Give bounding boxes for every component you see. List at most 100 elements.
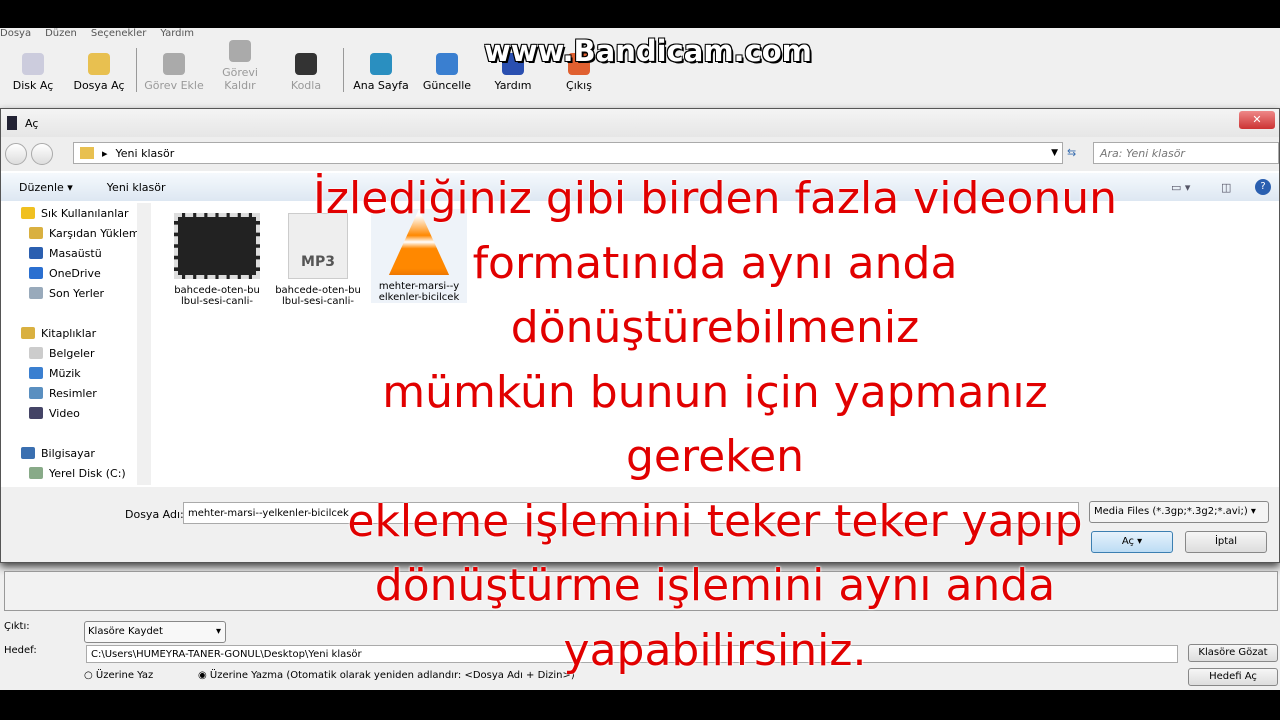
menu-item[interactable]: Yardım [160,28,194,42]
nav-item-label: Son Yerler [49,286,105,300]
nav-item-icon [21,207,35,219]
forward-button[interactable] [31,143,53,165]
toolbar-button-label: Ana Sayfa [353,79,409,92]
nav-item[interactable]: Son Yerler [1,283,150,303]
chevron-down-icon[interactable]: ▼ [1051,148,1058,158]
video-thumbnail-icon [174,213,260,279]
command-bar: Düzenle ▾ Yeni klasör ▭ ▾ ◫ ? [1,173,1279,201]
target-input[interactable] [86,645,1178,663]
browse-folder-button[interactable]: Klasöre Gözat [1188,644,1278,662]
folder-icon [80,147,94,159]
bandicam-watermark: www.Bandicam.com [484,34,812,68]
preview-pane-icon[interactable]: ◫ [1221,181,1231,194]
nav-item-icon [29,247,43,259]
dialog-title: Aç [25,116,39,130]
file-type-select[interactable]: Media Files (*.3gp;*.3g2;*.avi;) ▾ [1089,501,1269,523]
toolbar-button-label: Güncelle [422,79,472,92]
disc-icon [22,53,44,75]
toolbar-button[interactable]: Dosya Aç [66,53,132,92]
toolbar-button-label: Görevi Kaldır [222,66,258,92]
nav-item-icon [29,407,43,419]
nav-item[interactable]: Video [1,403,150,423]
nav-scrollbar[interactable] [137,203,151,485]
file-name: bahcede-oten-bu lbul-sesi-canli- [275,285,361,307]
mp3-thumbnail-icon: MP3 [288,213,348,279]
toolbar-button[interactable]: Disk Aç [0,53,66,92]
nav-item[interactable]: Belgeler [1,343,150,363]
toolbar-button[interactable]: Güncelle [414,53,480,92]
search-input[interactable]: Ara: Yeni klasör [1093,142,1279,164]
help-icon[interactable]: ? [1255,179,1271,195]
back-button[interactable] [5,143,27,165]
nav-item[interactable]: Masaüstü [1,243,150,263]
file-item[interactable]: bahcede-oten-bu lbul-sesi-canli- [169,213,265,307]
nav-item-icon [29,287,43,299]
toolbar-separator [343,48,344,92]
dialog-bottom: Dosya Adı: Media Files (*.3gp;*.3g2;*.av… [1,487,1279,562]
nav-item-icon [29,467,43,479]
nav-item-label: Yerel Disk (C:) [49,466,126,480]
nav-item-label: Video [49,406,80,420]
nav-item[interactable]: Sık Kullanılanlar [1,203,150,223]
output-select[interactable]: Klasöre Kaydet ▾ [84,621,226,643]
target-label: Hedef: [4,645,37,656]
filename-input[interactable] [183,502,1079,524]
nav-item-label: Bilgisayar [41,446,95,460]
nav-item[interactable]: Müzik [1,363,150,383]
nav-item-label: Sık Kullanılanlar [41,206,129,220]
breadcrumb-path[interactable]: Yeni klasör [116,147,175,160]
toolbar-button-label: Disk Aç [12,79,54,92]
folder-open-icon [88,53,110,75]
view-icon[interactable]: ▭ ▾ [1171,181,1190,194]
output-label: Çıktı: [4,621,30,632]
nav-item-icon [21,327,35,339]
cancel-button[interactable]: İptal [1185,531,1267,553]
menu-item[interactable]: Düzen [45,28,77,42]
toolbar-button[interactable]: Kodla [273,53,339,92]
file-name: mehter-marsi--y elkenler-bicilcek [378,281,460,303]
open-file-dialog: Aç ✕ ▸ Yeni klasör ▼ ⇆ Ara: Yeni klasör … [0,108,1280,563]
close-button[interactable]: ✕ [1239,111,1275,129]
nav-item-icon [29,367,43,379]
toolbar-button[interactable]: Görevi Kaldır [207,40,273,92]
new-folder-button[interactable]: Yeni klasör [107,181,166,194]
overwrite-radio[interactable]: ○ Üzerine Yaz [84,670,153,681]
open-target-button[interactable]: Hedefi Aç [1188,668,1278,686]
nav-item-icon [29,227,43,239]
breadcrumb-arrow-icon: ▸ [102,146,108,160]
address-bar-row: ▸ Yeni klasör ▼ ⇆ Ara: Yeni klasör [1,137,1279,171]
nav-item-label: Kitaplıklar [41,326,97,340]
nav-item[interactable]: OneDrive [1,263,150,283]
toolbar-button-label: Görev Ekle [144,79,204,92]
filename-label: Dosya Adı: [125,508,184,521]
nav-item-label: Belgeler [49,346,95,360]
address-bar[interactable]: ▸ Yeni klasör ▼ [73,142,1063,164]
app-window: Dosya Düzen Seçenekler Yardım Disk Aç Dosya … [0,28,1280,690]
organize-button[interactable]: Düzenle ▾ [19,181,73,194]
nav-item[interactable]: Yerel Disk (C:) [1,463,150,483]
plus-icon [163,53,185,75]
file-item[interactable]: MP3 bahcede-oten-bu lbul-sesi-canli- [270,213,366,307]
file-item[interactable]: mehter-marsi--y elkenler-bicilcek [371,209,467,303]
nav-item-icon [29,267,43,279]
nav-item[interactable]: Bilgisayar [1,443,150,463]
open-button[interactable]: Aç ▾ [1091,531,1173,553]
nav-item[interactable]: Karşıdan Yüklem [1,223,150,243]
refresh-icon [436,53,458,75]
task-list [4,571,1278,611]
toolbar-button[interactable]: Ana Sayfa [348,53,414,92]
no-overwrite-radio[interactable]: ◉ Üzerine Yazma (Otomatik olarak yeniden… [198,670,575,681]
toolbar-button-label: Kodla [290,79,322,92]
nav-item-label: Resimler [49,386,97,400]
minus-icon [229,40,251,62]
refresh-icon[interactable]: ⇆ [1067,146,1076,159]
film-icon [7,116,17,130]
nav-item-label: OneDrive [49,266,101,280]
nav-item[interactable]: Kitaplıklar [1,323,150,343]
menu-item[interactable]: Dosya [0,28,31,42]
menu-item[interactable]: Seçenekler [91,28,146,42]
toolbar-button[interactable]: Görev Ekle [141,53,207,92]
nav-item[interactable]: Resimler [1,383,150,403]
